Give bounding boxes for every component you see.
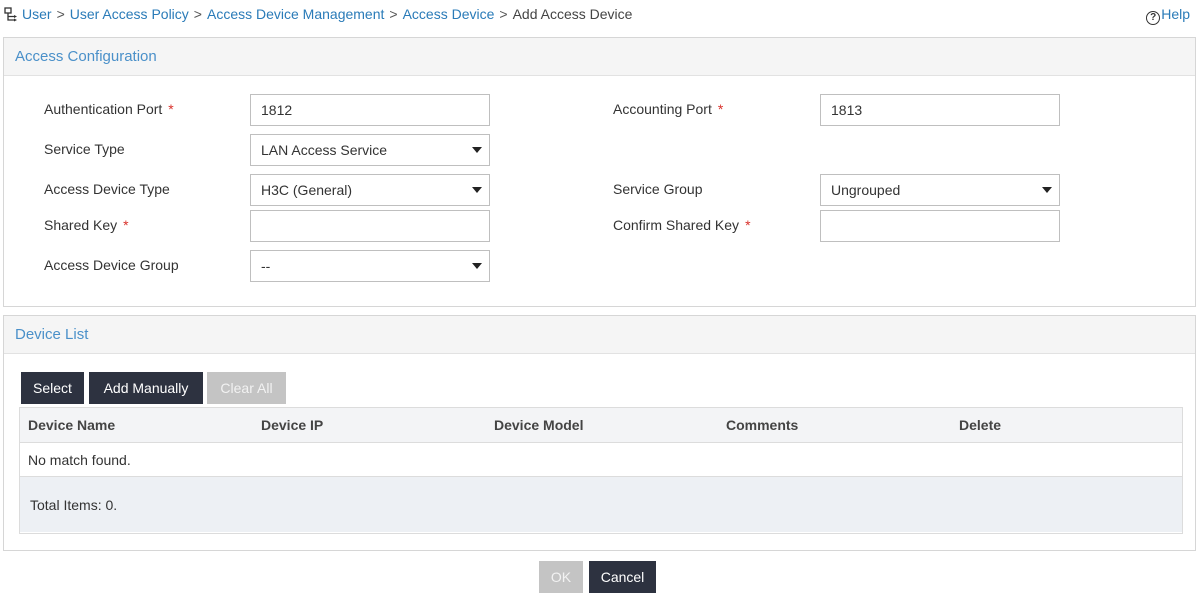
select-button[interactable]: Select xyxy=(21,372,84,404)
service-type-label: Service Type xyxy=(44,141,125,157)
access-configuration-panel: Access Configuration Authentication Port… xyxy=(3,37,1196,307)
breadcrumb-separator: > xyxy=(389,6,398,22)
required-mark: * xyxy=(717,101,724,117)
access-device-group-label: Access Device Group xyxy=(44,257,179,273)
ok-button: OK xyxy=(539,561,583,593)
breadcrumb-separator: > xyxy=(193,6,202,22)
breadcrumb-current: Add Access Device xyxy=(512,6,633,22)
access-device-group-value: -- xyxy=(261,258,271,274)
shared-key-input[interactable] xyxy=(250,210,490,242)
accounting-port-label-text: Accounting Port xyxy=(613,101,712,117)
accounting-port-input[interactable] xyxy=(820,94,1060,126)
required-mark: * xyxy=(168,101,174,117)
top-bar: User > User Access Policy > Access Device Ma… xyxy=(0,0,1196,30)
required-mark: * xyxy=(123,217,129,233)
breadcrumb-user-access-policy[interactable]: User Access Policy xyxy=(70,6,189,22)
column-header-device-name[interactable]: Device Name xyxy=(28,408,115,443)
service-type-select[interactable]: LAN Access Service xyxy=(250,134,490,166)
shared-key-label-text: Shared Key xyxy=(44,217,118,233)
panel-title: Access Configuration xyxy=(4,38,1195,76)
panel-title: Device List xyxy=(4,316,1195,354)
help-label: Help xyxy=(1161,6,1190,22)
breadcrumb-user[interactable]: User xyxy=(22,6,52,22)
column-header-delete: Delete xyxy=(959,417,1002,433)
breadcrumb-access-device-management[interactable]: Access Device Management xyxy=(207,6,384,22)
dropdown-arrow-icon xyxy=(472,187,482,193)
access-device-type-select[interactable]: H3C (General) xyxy=(250,174,490,206)
add-manually-button[interactable]: Add Manually xyxy=(89,372,203,404)
column-header-device-model[interactable]: Device Model xyxy=(494,408,583,443)
help-icon: ? xyxy=(1146,11,1161,25)
device-tree-icon xyxy=(4,7,17,22)
authentication-port-label-text: Authentication Port xyxy=(44,101,163,117)
dropdown-arrow-icon xyxy=(472,147,482,153)
accounting-port-label: Accounting Port * xyxy=(613,101,723,117)
access-device-type-label: Access Device Type xyxy=(44,181,170,197)
service-group-label: Service Group xyxy=(613,181,703,197)
confirm-shared-key-label: Confirm Shared Key * xyxy=(613,217,751,233)
cancel-button[interactable]: Cancel xyxy=(589,561,656,593)
column-header-device-ip[interactable]: Device IP xyxy=(261,408,323,443)
confirm-shared-key-label-text: Confirm Shared Key xyxy=(613,217,740,233)
access-device-type-value: H3C (General) xyxy=(261,182,353,198)
service-group-value: Ungrouped xyxy=(831,182,901,198)
authentication-port-label: Authentication Port * xyxy=(44,101,174,117)
breadcrumb-access-device[interactable]: Access Device xyxy=(403,6,495,22)
breadcrumb-separator: > xyxy=(56,6,65,22)
dropdown-arrow-icon xyxy=(472,263,482,269)
dropdown-arrow-icon xyxy=(1042,187,1052,193)
service-group-select[interactable]: Ungrouped xyxy=(820,174,1060,206)
service-type-value: LAN Access Service xyxy=(261,142,388,158)
confirm-shared-key-input[interactable] xyxy=(820,210,1060,242)
column-header-comments[interactable]: Comments xyxy=(726,408,798,443)
required-mark: * xyxy=(745,217,751,233)
clear-all-button: Clear All xyxy=(207,372,286,404)
breadcrumb-separator: > xyxy=(499,6,508,22)
help-link[interactable]: ? Help xyxy=(1146,6,1190,25)
breadcrumb: User > User Access Policy > Access Device Ma… xyxy=(22,6,632,22)
table-header: Device Name Device IP Device Model Comme… xyxy=(20,408,1182,443)
total-items: Total Items: 0. xyxy=(20,477,1182,532)
empty-message: No match found. xyxy=(20,443,1182,477)
shared-key-label: Shared Key * xyxy=(44,217,129,233)
authentication-port-input[interactable] xyxy=(250,94,490,126)
device-list-panel: Device List Select Add Manually Clear Al… xyxy=(3,315,1196,551)
device-table: Device Name Device IP Device Model Comme… xyxy=(19,407,1183,534)
access-device-group-select[interactable]: -- xyxy=(250,250,490,282)
